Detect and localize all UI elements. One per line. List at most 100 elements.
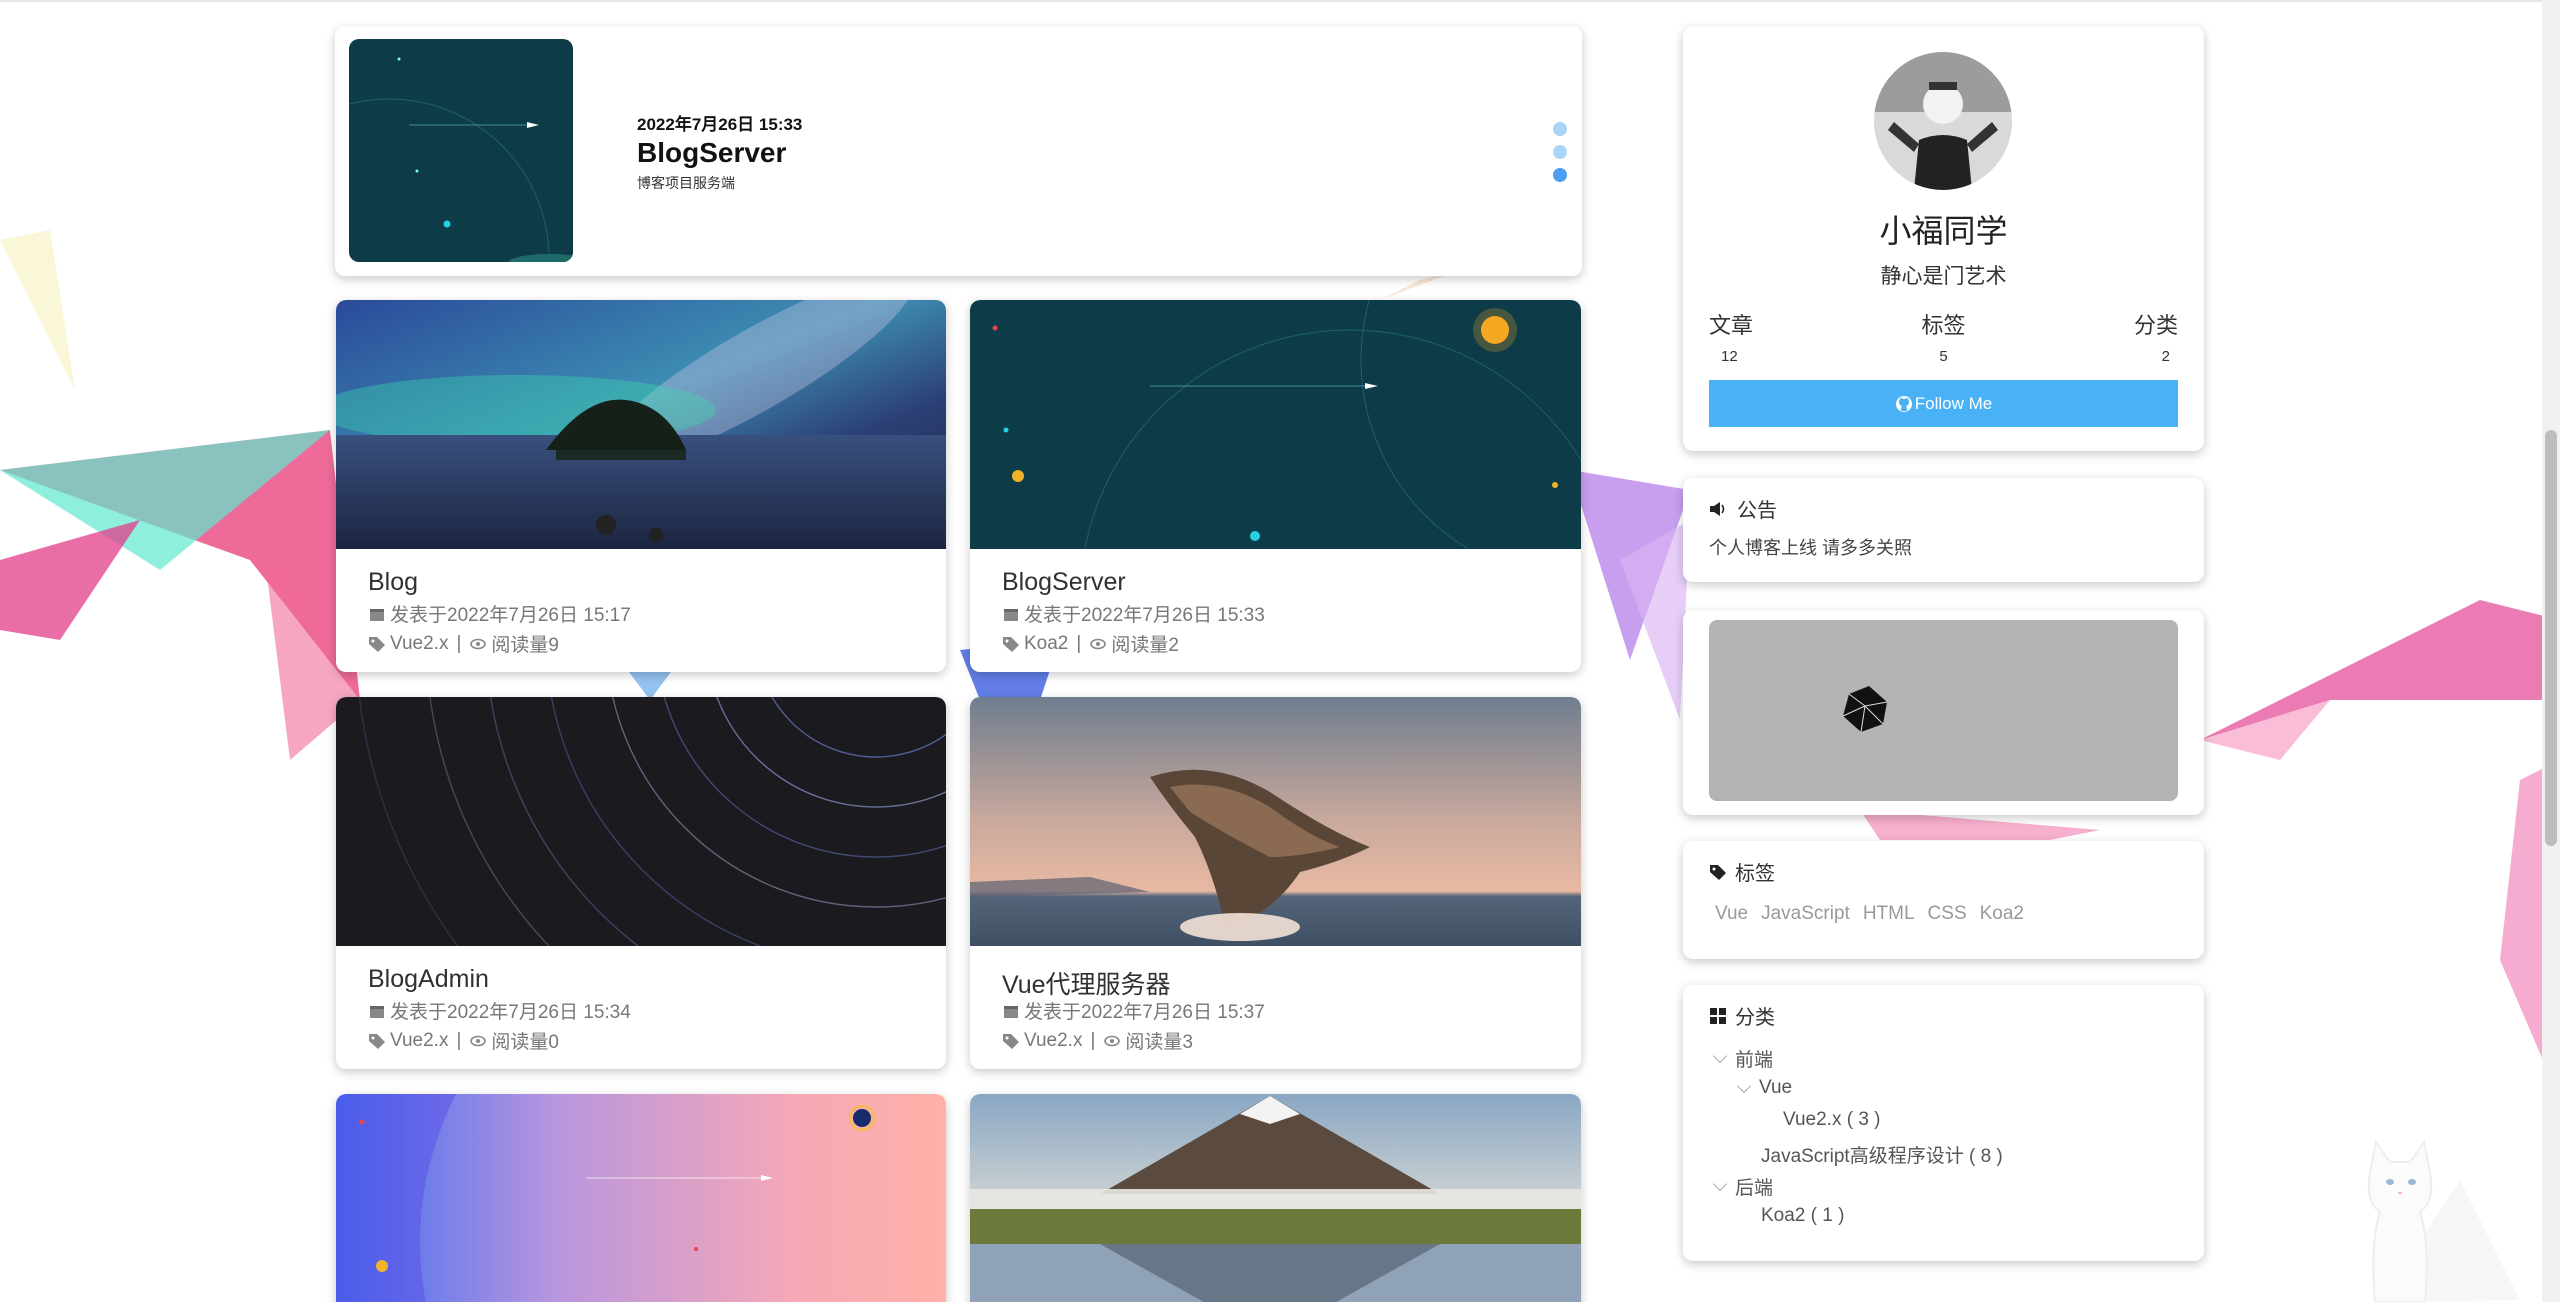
post-views: 阅读量3	[1125, 1032, 1193, 1053]
stat-categories-label[interactable]: 分类	[2134, 308, 2178, 340]
post-date-text: 发表于2022年7月26日 15:34	[390, 1002, 631, 1023]
carousel-title[interactable]: BlogServer	[637, 137, 786, 169]
stat-tags-label[interactable]: 标签	[1683, 308, 2204, 340]
eye-icon	[470, 1035, 487, 1046]
calendar-icon	[370, 1005, 384, 1018]
post-cover-image[interactable]	[970, 1094, 1581, 1302]
chevron-down-icon[interactable]	[1712, 1176, 1728, 1192]
category-label: Vue2.x ( 3 )	[1783, 1109, 1881, 1130]
notice-text: 个人博客上线 请多多关照	[1709, 538, 1912, 558]
tag-icon	[369, 636, 385, 652]
post-cover-image[interactable]	[336, 300, 946, 549]
category-label: Vue	[1759, 1077, 1793, 1098]
post-cover-image[interactable]	[336, 1094, 946, 1302]
avatar[interactable]	[1874, 52, 2012, 190]
github-icon	[1895, 395, 1912, 412]
calendar-icon	[1004, 1005, 1018, 1018]
tag-item[interactable]: Koa2	[1980, 903, 2024, 925]
category-node-frontend[interactable]: 前端	[1712, 1045, 1774, 1072]
tags-heading: 标签	[1709, 857, 1775, 886]
tag-icon	[369, 1033, 385, 1049]
category-label: 后端	[1735, 1178, 1774, 1199]
polyhedron-icon	[1842, 686, 1888, 733]
carousel-indicator-3[interactable]	[1553, 168, 1567, 182]
post-title[interactable]: BlogServer	[1002, 568, 1126, 597]
cat-mascot[interactable]	[2340, 1112, 2460, 1302]
meta-separator: |	[1090, 1029, 1096, 1051]
post-tag[interactable]: Vue2.x	[390, 1030, 448, 1052]
post-card[interactable]: BlogServer 发表于2022年7月26日 15:33 Koa2 | 阅读…	[970, 300, 1581, 672]
post-date-text: 发表于2022年7月26日 15:37	[1024, 1002, 1265, 1023]
eye-icon	[470, 638, 487, 649]
stat-categories-value: 2	[2161, 348, 2170, 365]
post-cover-image[interactable]	[336, 697, 946, 946]
category-node-vue2x[interactable]: Vue2.x ( 3 )	[1783, 1109, 1881, 1131]
featured-carousel[interactable]: 2022年7月26日 15:33 BlogServer 博客项目服务端	[335, 26, 1582, 276]
carousel-indicator-1[interactable]	[1553, 122, 1567, 136]
tag-icon	[1003, 636, 1019, 652]
profile-name: 小福同学	[1879, 213, 2008, 249]
eye-icon	[1090, 638, 1107, 649]
tags-title: 标签	[1735, 863, 1775, 885]
post-tag[interactable]: Vue2.x	[390, 633, 448, 655]
chevron-down-icon[interactable]	[1736, 1078, 1752, 1093]
category-label: Koa2 ( 1 )	[1761, 1205, 1845, 1226]
featured-thumbnail[interactable]	[349, 39, 573, 262]
category-node-backend[interactable]: 后端	[1712, 1173, 1774, 1200]
category-node-vue[interactable]: Vue	[1736, 1077, 1793, 1099]
post-views: 阅读量9	[491, 635, 559, 656]
category-label: 前端	[1735, 1050, 1774, 1071]
post-meta: Koa2 | 阅读量2	[1002, 630, 1179, 657]
post-title[interactable]: BlogAdmin	[368, 965, 489, 994]
post-date: 发表于2022年7月26日 15:17	[368, 600, 631, 627]
post-title[interactable]: Blog	[368, 568, 418, 597]
follow-me-button[interactable]: Follow Me	[1709, 380, 2178, 427]
post-title[interactable]: Vue代理服务器	[1002, 965, 1171, 1001]
carousel-subtitle: 博客项目服务端	[637, 175, 735, 191]
tag-icon	[1003, 1033, 1019, 1049]
post-tag[interactable]: Vue2.x	[1024, 1030, 1082, 1052]
animation-canvas[interactable]	[1709, 620, 2178, 801]
meta-separator: |	[456, 1029, 462, 1051]
categories-card: 分类 前端 Vue Vue2.x ( 3 ) JavaScript高级程序设计 …	[1683, 985, 2204, 1261]
carousel-indicator-2[interactable]	[1553, 145, 1567, 159]
calendar-icon	[370, 608, 384, 621]
categories-title: 分类	[1735, 1007, 1775, 1029]
grid-icon	[1710, 1007, 1726, 1024]
tag-icon	[1710, 864, 1726, 880]
category-node-javascript[interactable]: JavaScript高级程序设计 ( 8 )	[1761, 1141, 2003, 1168]
tag-list: Vue JavaScript HTML CSS Koa2	[1715, 903, 2024, 925]
top-border	[0, 0, 2560, 2]
tag-item[interactable]: CSS	[1928, 903, 1967, 925]
profile-card: 小福同学 静心是门艺术 文章 标签 分类 12 5 2 Follow Me	[1683, 26, 2204, 451]
follow-me-label: Follow Me	[1914, 393, 1993, 413]
post-card[interactable]: Blog 发表于2022年7月26日 15:17 Vue2.x | 阅读量9	[336, 300, 946, 672]
post-card[interactable]: Vue代理服务器 发表于2022年7月26日 15:37 Vue2.x | 阅读…	[970, 697, 1581, 1069]
category-node-koa2[interactable]: Koa2 ( 1 )	[1761, 1205, 1844, 1227]
meta-separator: |	[1076, 632, 1082, 654]
tag-item[interactable]: JavaScript	[1761, 903, 1850, 925]
post-card[interactable]	[336, 1094, 946, 1302]
chevron-down-icon[interactable]	[1712, 1048, 1728, 1064]
post-date: 发表于2022年7月26日 15:33	[1002, 600, 1265, 627]
notice-heading: 公告	[1709, 494, 1777, 523]
calendar-icon	[1004, 608, 1018, 621]
post-tag[interactable]: Koa2	[1024, 633, 1068, 655]
tag-item[interactable]: HTML	[1863, 903, 1915, 925]
scrollbar-thumb[interactable]	[2545, 430, 2557, 846]
stat-tags-value: 5	[1939, 348, 1948, 365]
post-cover-image[interactable]	[970, 300, 1581, 549]
tag-item[interactable]: Vue	[1715, 903, 1748, 925]
post-meta: Vue2.x | 阅读量3	[1002, 1027, 1193, 1054]
post-date-text: 发表于2022年7月26日 15:33	[1024, 605, 1265, 626]
notice-title: 公告	[1737, 500, 1777, 522]
profile-motto: 静心是门艺术	[1880, 265, 2007, 288]
post-cover-image[interactable]	[970, 697, 1581, 946]
post-meta: Vue2.x | 阅读量0	[368, 1027, 559, 1054]
post-date: 发表于2022年7月26日 15:34	[368, 997, 631, 1024]
post-card[interactable]: BlogAdmin 发表于2022年7月26日 15:34 Vue2.x | 阅…	[336, 697, 946, 1069]
post-meta: Vue2.x | 阅读量9	[368, 630, 559, 657]
notice-card: 公告 个人博客上线 请多多关照	[1683, 478, 2204, 582]
post-views: 阅读量2	[1111, 635, 1179, 656]
post-card[interactable]	[970, 1094, 1581, 1302]
